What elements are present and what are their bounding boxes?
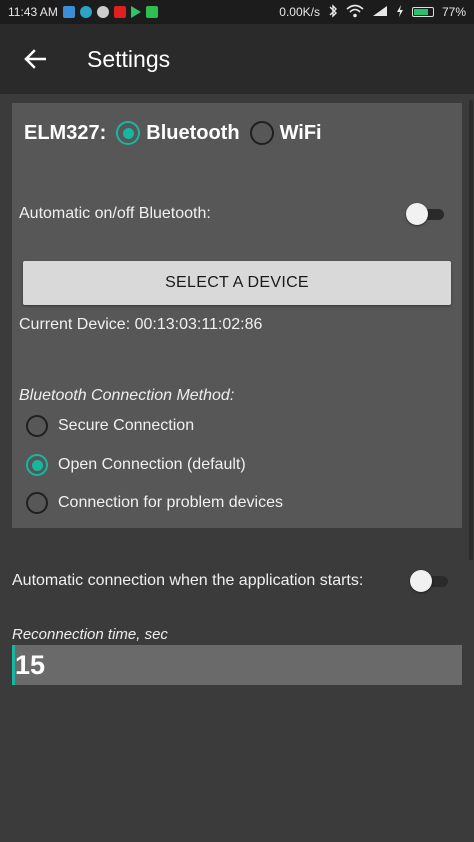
radio-button-checked[interactable]: [116, 121, 141, 145]
bluetooth-icon: [328, 3, 338, 21]
play-store-icon: [130, 6, 141, 18]
arrow-left-icon: [24, 49, 46, 69]
radio-button-checked[interactable]: [26, 454, 48, 476]
status-bar: 11:43 AM 0.00K/s 77%: [0, 0, 474, 24]
scrollbar[interactable]: [469, 100, 473, 560]
status-time: 11:43 AM: [8, 5, 58, 19]
elm-label: ELM327:: [24, 121, 107, 144]
method-option-secure[interactable]: Secure Connection: [26, 415, 194, 437]
notification-icon: [79, 6, 92, 18]
charging-icon: [396, 4, 404, 20]
radio-button[interactable]: [26, 415, 48, 437]
youtube-icon: [113, 6, 126, 18]
auto-bluetooth-switch[interactable]: [406, 203, 444, 225]
notification-icon: [145, 6, 158, 18]
battery-fill: [413, 9, 428, 15]
connection-method-label: Bluetooth Connection Method:: [19, 387, 235, 404]
back-button[interactable]: [10, 34, 60, 84]
method-option-problem-devices[interactable]: Connection for problem devices: [26, 492, 283, 514]
method-option-label: Open Connection (default): [58, 456, 246, 473]
select-device-button[interactable]: SELECT A DEVICE: [23, 261, 451, 305]
battery-percent: 77%: [441, 5, 466, 19]
status-left: 11:43 AM: [8, 5, 158, 19]
auto-connect-row: Automatic connection when the applicatio…: [12, 570, 448, 592]
reconnection-time-label: Reconnection time, sec: [12, 626, 168, 643]
auto-bluetooth-row: Automatic on/off Bluetooth:: [19, 203, 444, 225]
elm-settings-panel: ELM327: Bluetooth WiFi Automatic on/off …: [12, 103, 462, 528]
elm-option-wifi[interactable]: WiFi: [249, 121, 322, 145]
network-speed: 0.00K/s: [279, 5, 320, 19]
method-option-open[interactable]: Open Connection (default): [26, 454, 246, 476]
signal-icon: [372, 5, 388, 20]
status-right: 0.00K/s 77%: [279, 3, 466, 21]
notification-icon: [96, 6, 109, 18]
wifi-icon: [346, 4, 364, 21]
battery-icon: [411, 7, 434, 17]
elm-type-row: ELM327: Bluetooth WiFi: [24, 121, 322, 145]
page-title: Settings: [87, 45, 171, 72]
elm-option-label: Bluetooth: [146, 121, 240, 144]
settings-screen: 11:43 AM 0.00K/s 77% Settings ELM327: Bl…: [0, 0, 474, 842]
reconnection-time-input[interactable]: [12, 645, 462, 685]
method-option-label: Connection for problem devices: [58, 494, 284, 511]
elm-option-label: WiFi: [279, 121, 322, 144]
auto-connect-label: Automatic connection when the applicatio…: [12, 572, 364, 589]
radio-button[interactable]: [249, 121, 274, 145]
toolbar: Settings: [0, 24, 474, 94]
elm-option-bluetooth[interactable]: Bluetooth: [116, 121, 240, 145]
radio-button[interactable]: [26, 492, 48, 514]
auto-connect-switch[interactable]: [410, 570, 448, 592]
notification-icon: [62, 6, 75, 18]
auto-bluetooth-label: Automatic on/off Bluetooth:: [19, 205, 211, 222]
method-option-label: Secure Connection: [58, 417, 195, 434]
current-device-text: Current Device: 00:13:03:11:02:86: [19, 316, 263, 333]
